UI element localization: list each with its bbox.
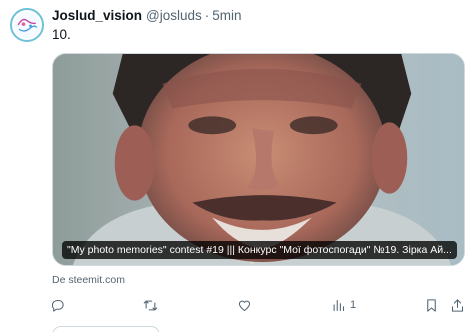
author-handle[interactable]: @josluds [146,8,202,23]
link-card-image[interactable]: "My photo memories" contest #19 ||| Конк… [52,53,465,266]
post-text: 10. [52,27,71,42]
avatar[interactable] [10,8,44,42]
retweet-button[interactable] [143,294,158,316]
views-icon [333,299,345,311]
reply-icon [51,299,64,312]
heart-icon [238,300,251,311]
bookmark-icon [427,298,436,312]
post-time[interactable]: 5min [212,8,241,23]
separator-dot: · [204,8,210,23]
link-source[interactable]: De steemit.com [52,274,125,286]
bookmark-button[interactable] [424,294,439,316]
author-name[interactable]: Joslud_vision [52,8,142,23]
share-icon [451,298,464,312]
reply-button[interactable] [50,294,65,316]
link-card-title[interactable]: "My photo memories" contest #19 ||| Конк… [62,241,457,259]
portrait-photo [53,54,464,265]
views-button[interactable]: 1 [331,294,356,316]
retweet-icon [143,300,158,310]
share-button[interactable] [450,294,465,316]
next-post-pill[interactable] [52,326,160,332]
views-count: 1 [350,299,357,311]
post-header: Joslud_vision @josluds · 5min [52,8,242,26]
like-button[interactable] [237,294,252,316]
action-bar: 1 [42,294,466,316]
